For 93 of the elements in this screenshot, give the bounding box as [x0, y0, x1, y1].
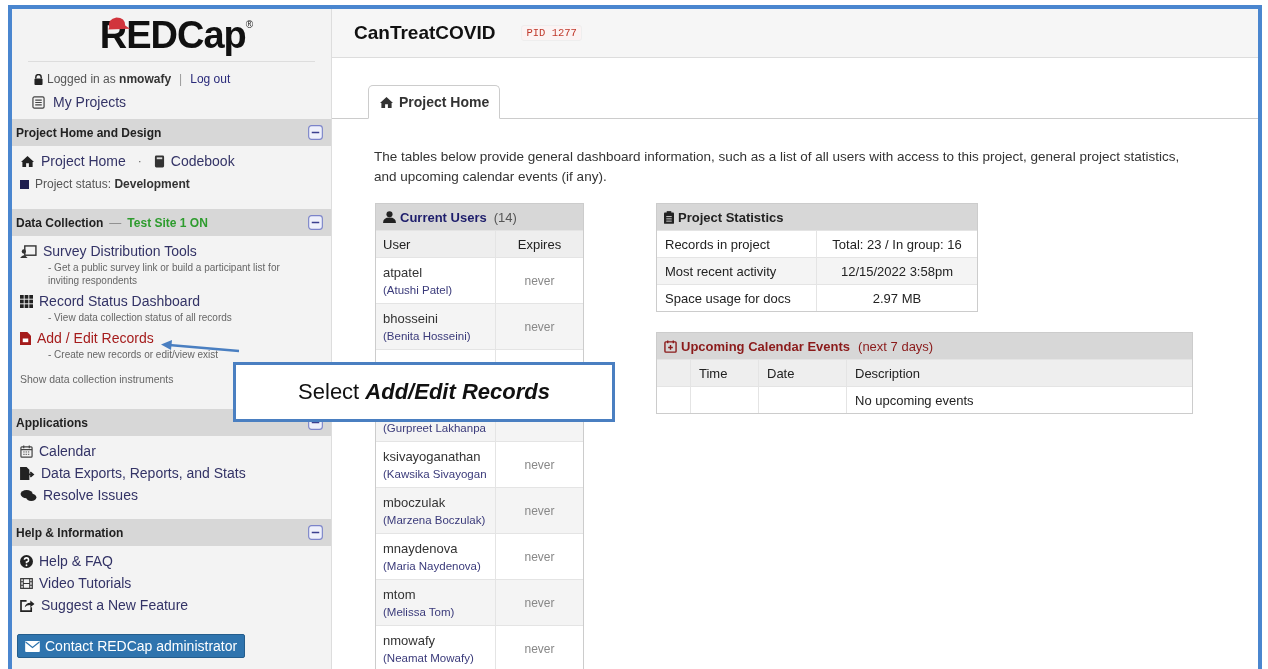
username: nmowafy [383, 633, 437, 649]
chat-icon [20, 488, 37, 502]
section-title: Applications [16, 415, 88, 430]
sidebar-link[interactable]: Data Exports, Reports, and Stats [41, 465, 246, 481]
full-name: (Benita Hosseini) [383, 330, 472, 342]
expiry-cell: never [524, 319, 555, 334]
export-icon [20, 466, 35, 480]
collapse-icon[interactable] [308, 125, 323, 140]
full-name: (Melissa Tom) [383, 606, 456, 618]
share-icon [20, 598, 35, 612]
sidebar-link[interactable]: Record Status Dashboard [39, 293, 201, 309]
calendar-plus-icon [664, 339, 677, 353]
username: mnaydenova [383, 541, 459, 557]
full-name: (Atushi Patel) [383, 284, 454, 296]
expiry-cell: never [524, 503, 555, 518]
table-title[interactable]: Current Users [400, 209, 487, 225]
callout-text: Select Add/Edit Records [298, 379, 550, 405]
sidebar-link[interactable]: Help & FAQ [39, 553, 113, 569]
separator: | [179, 72, 183, 86]
column-header: Time [691, 360, 759, 386]
redcap-logo: REDCap$^{®}$ [28, 9, 315, 62]
username: mboczulak [383, 495, 447, 511]
table-subtitle: (next 7 days) [858, 338, 934, 354]
empty-message: No upcoming events [854, 391, 975, 410]
username: mtom [383, 587, 417, 603]
book-icon [153, 154, 165, 168]
site-status: Test Site 1 ON [127, 215, 208, 230]
username: bhosseini [383, 311, 439, 327]
table-title: Project Statistics [678, 209, 784, 225]
survey-icon [20, 244, 37, 258]
home-icon [20, 154, 35, 168]
expiry-cell: never [524, 641, 555, 656]
logout-link[interactable]: Log out [190, 72, 231, 86]
table-cell-text: 2.97 MB [871, 290, 923, 306]
full-name: (Gurpreet Lakhanpa [383, 422, 487, 434]
full-name: (Maria Naydenova) [383, 560, 482, 572]
collapse-icon[interactable] [308, 525, 323, 540]
sidebar-link[interactable]: Calendar [39, 443, 96, 459]
column-header: Description [854, 364, 922, 383]
mail-icon [25, 640, 40, 652]
section-title: Data Collection [16, 215, 104, 230]
full-name: (Marzena Boczulak) [383, 514, 487, 526]
full-name: (Kawsika Sivayogan [383, 468, 488, 480]
my-projects-link[interactable]: My Projects [53, 94, 127, 110]
username: ksivayoganathan [383, 449, 482, 465]
home-icon [379, 95, 394, 109]
sidebar-link[interactable]: Codebook [170, 153, 235, 169]
sidebar-link[interactable]: Suggest a New Feature [41, 597, 189, 613]
user-icon [383, 211, 396, 223]
project-title: CanTreatCOVID [354, 22, 496, 44]
help-icon [20, 554, 33, 568]
link-description: - Get a public survey link or build a participant list for inviting respondents [48, 262, 280, 286]
table-title: Upcoming Calendar Events [681, 338, 851, 354]
show-instruments-link[interactable]: Show data collection instruments [20, 373, 174, 385]
lock-icon [34, 73, 43, 85]
status-icon [20, 179, 29, 189]
expiry-cell: never [524, 273, 555, 288]
project-home-tab[interactable]: Project Home [368, 85, 501, 119]
sidebar-link[interactable]: Survey Distribution Tools [43, 243, 197, 259]
table-cell: Most recent activity [657, 258, 817, 284]
username: atpatel [383, 265, 424, 281]
grid-icon [20, 294, 33, 308]
table-cell-text: 12/15/2022 3:58pm [839, 263, 954, 279]
section-title: Project Home and Design [16, 125, 162, 140]
separator: · [137, 154, 142, 168]
calendar-icon [20, 444, 33, 458]
separator: — [109, 215, 122, 230]
link-description: - View data collection status of all records [48, 312, 232, 323]
sidebar-link[interactable]: Project Home [41, 153, 126, 169]
intro-text: The tables below provide general dashboard information, such as a list of all users with access to this project, general project statistics, and upcoming calendar events (if any). [374, 148, 1181, 186]
link-description: - Create new records or edit/view exist [48, 349, 219, 360]
section-title: Help & Information [16, 525, 124, 540]
expiry-cell: never [524, 457, 555, 472]
column-header: Date [759, 360, 847, 386]
login-status: Logged in as nmowafy [47, 72, 172, 86]
sidebar-link[interactable]: Resolve Issues [43, 487, 138, 503]
table-cell: Space usage for docs [657, 285, 817, 311]
expiry-cell: never [524, 595, 555, 610]
sidebar-link[interactable]: Video Tutorials [39, 575, 132, 591]
contact-admin-button[interactable]: Contact REDCap administrator [17, 634, 246, 658]
sidebar-link[interactable]: Add / Edit Records [37, 330, 154, 346]
full-name: (Neamat Mowafy) [383, 652, 475, 664]
file-icon [20, 331, 31, 345]
column-header: Expires [516, 235, 563, 254]
film-icon [20, 577, 33, 589]
project-id-badge: PID 1277 [521, 25, 582, 41]
collapse-icon[interactable] [308, 215, 323, 230]
table-cell-text: Total: 23 / In group: 16 [831, 236, 963, 252]
expiry-cell: never [524, 549, 555, 564]
user-count: (14) [493, 209, 517, 225]
list-icon [32, 95, 45, 109]
project-status: Project status: Development [35, 177, 190, 191]
clipboard-icon [664, 210, 674, 224]
